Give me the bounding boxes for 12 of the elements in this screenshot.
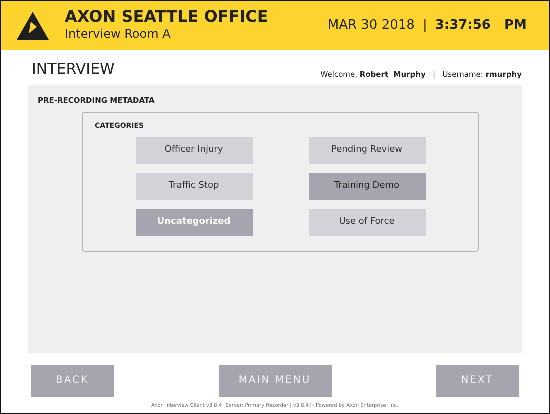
category-button[interactable]: Pending Review	[308, 137, 426, 164]
category-button[interactable]: Traffic Stop	[136, 173, 252, 200]
time: 3:37:56 PM	[435, 16, 527, 35]
category-button[interactable]: Use of Force	[308, 209, 426, 236]
category-button[interactable]: Training Demo	[308, 173, 426, 200]
category-button[interactable]: Officer Injury	[136, 137, 252, 164]
date: MAR 30 2018	[328, 16, 415, 35]
page-title: INTERVIEW	[32, 59, 115, 80]
room-name: Interview Room A	[65, 26, 172, 44]
office-name: AXON SEATTLE OFFICE	[65, 8, 268, 26]
logo-icon	[17, 12, 49, 40]
separator: |	[422, 16, 428, 35]
